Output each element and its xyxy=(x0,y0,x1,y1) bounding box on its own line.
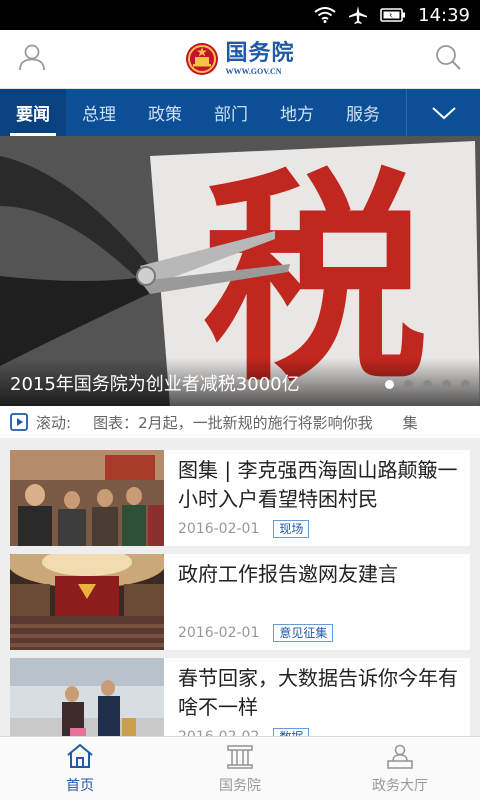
tab-departments[interactable]: 部门 xyxy=(198,89,264,136)
article-title: 政府工作报告邀网友建言 xyxy=(178,562,398,586)
national-emblem-icon xyxy=(186,43,219,75)
tab-home[interactable]: 首页 xyxy=(0,737,160,800)
user-icon[interactable] xyxy=(18,43,46,75)
tab-service-hall[interactable]: 政务大厅 xyxy=(320,737,480,800)
home-icon xyxy=(67,743,93,768)
news-ticker[interactable]: 滚动: 图表：2月起，一批新规的施行将影响你我 集 xyxy=(0,406,480,438)
wifi-icon xyxy=(314,7,336,23)
article-card[interactable]: 政府工作报告邀网友建言 2016-02-01 意见征集 xyxy=(10,554,470,650)
carousel-dot[interactable] xyxy=(404,380,413,389)
ticker-text[interactable]: 图表：2月起，一批新规的施行将影响你我 xyxy=(93,412,373,433)
tab-state-council-label: 国务院 xyxy=(219,777,261,794)
article-title: 图集 | 李克强西海固山路颠簸一小时入户看望特困村民 xyxy=(178,458,458,511)
gov-logo: 国务院 WWW.GOV.CN xyxy=(185,42,294,76)
more-channels-button[interactable] xyxy=(406,89,480,136)
tab-state-council[interactable]: 国务院 xyxy=(160,737,320,800)
ticker-label: 滚动: xyxy=(36,413,72,432)
article-title: 春节回家，大数据告诉你今年有啥不一样 xyxy=(178,666,458,719)
carousel-indicator xyxy=(385,380,470,389)
hero-caption: 2015年国务院为创业者减税3000亿 xyxy=(10,374,300,395)
carousel-dot-active[interactable] xyxy=(385,380,394,389)
status-time: 14:39 xyxy=(418,4,470,26)
service-hall-icon xyxy=(387,744,413,769)
scroll-play-icon xyxy=(10,413,28,431)
tab-services[interactable]: 服务 xyxy=(330,89,396,136)
ticker-next-text[interactable]: 集 xyxy=(403,412,418,433)
bottom-tab-bar: 首页 国务院 政务大厅 xyxy=(0,736,480,800)
carousel-dot[interactable] xyxy=(442,380,451,389)
search-icon[interactable] xyxy=(434,43,462,75)
tab-service-hall-label: 政务大厅 xyxy=(372,777,428,794)
article-thumbnail xyxy=(10,450,164,546)
article-list: 图集 | 李克强西海固山路颠簸一小时入户看望特困村民 2016-02-01 现场 xyxy=(0,438,480,754)
article-tag[interactable]: 意见征集 xyxy=(273,624,334,643)
building-icon xyxy=(227,744,253,769)
chevron-down-icon xyxy=(431,106,456,119)
airplane-icon xyxy=(348,5,368,25)
hero-banner[interactable]: 税 2015年国务院为创业者减税3000亿 xyxy=(0,136,480,406)
status-bar: 14:39 xyxy=(0,0,480,30)
logo-subtitle: WWW.GOV.CN xyxy=(225,66,282,76)
tab-policy[interactable]: 政策 xyxy=(132,89,198,136)
tab-premier[interactable]: 总理 xyxy=(66,89,132,136)
tab-home-label: 首页 xyxy=(66,777,94,794)
app-header: 国务院 WWW.GOV.CN xyxy=(0,30,480,89)
carousel-dot[interactable] xyxy=(461,380,470,389)
battery-icon xyxy=(380,7,406,23)
tab-local[interactable]: 地方 xyxy=(264,89,330,136)
tab-news[interactable]: 要闻 xyxy=(0,89,66,136)
article-date: 2016-02-01 xyxy=(178,625,260,642)
logo-title: 国务院 xyxy=(225,40,295,66)
carousel-dot[interactable] xyxy=(423,380,432,389)
article-date: 2016-02-01 xyxy=(178,521,260,538)
article-tag[interactable]: 现场 xyxy=(273,520,310,539)
article-thumbnail xyxy=(10,554,164,650)
channel-nav: 要闻 总理 政策 部门 地方 服务 xyxy=(0,89,480,136)
article-card[interactable]: 图集 | 李克强西海固山路颠簸一小时入户看望特困村民 2016-02-01 现场 xyxy=(10,450,470,546)
